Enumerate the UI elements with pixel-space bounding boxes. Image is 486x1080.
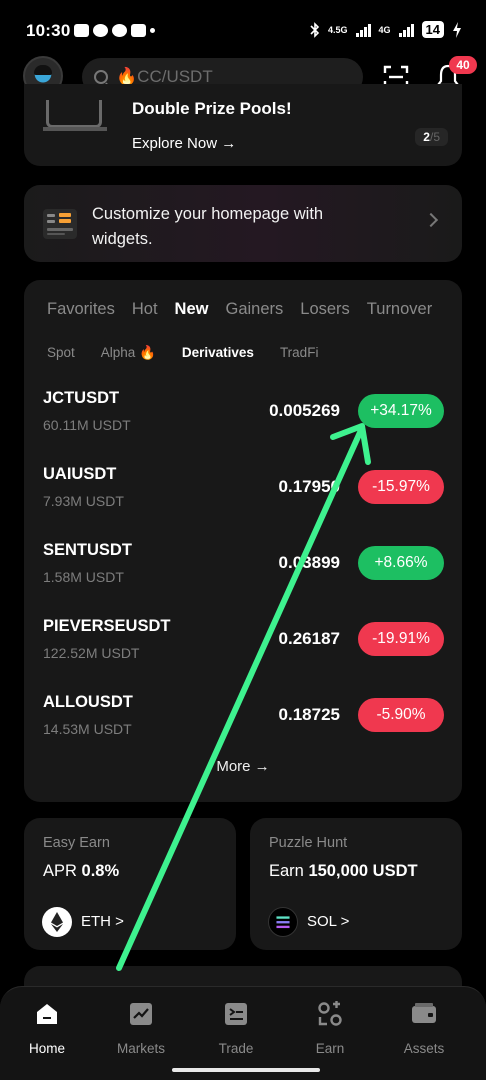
whatsapp-icon	[93, 24, 108, 37]
market-row[interactable]: JCTUSDT 60.11M USDT 0.005269 +34.17%	[24, 381, 462, 457]
signal-1-icon	[355, 23, 371, 37]
easy-earn-card[interactable]: Easy Earn APR 0.8% ETH >	[24, 818, 236, 950]
row-volume: 60.11M USDT	[43, 417, 131, 433]
notification-icons	[74, 24, 155, 37]
puzzle-hunt-coin[interactable]: SOL >	[307, 913, 349, 930]
promo-title: Double Prize Pools!	[132, 99, 292, 118]
nav-earn[interactable]: Earn	[285, 1001, 375, 1056]
widget-text: Customize your homepage with widgets.	[92, 205, 324, 248]
trade-icon	[225, 1003, 247, 1025]
row-price: 0.17950	[278, 477, 340, 496]
row-volume: 1.58M USDT	[43, 569, 124, 585]
promo-banner[interactable]: Double Prize Pools! Explore Now → 2/5	[24, 84, 462, 166]
row-symbol: PIEVERSEUSDT	[43, 617, 171, 635]
tab-losers[interactable]: Losers	[300, 300, 350, 319]
easy-earn-coin[interactable]: ETH >	[81, 913, 124, 930]
system-home-indicator	[172, 1068, 320, 1072]
easy-earn-title: Easy Earn	[43, 835, 110, 851]
bluetooth-icon	[310, 21, 320, 38]
search-icon	[94, 70, 108, 84]
home-icon	[37, 1004, 57, 1024]
row-change-badge[interactable]: -5.90%	[358, 698, 444, 732]
row-change-badge[interactable]: +8.66%	[358, 546, 444, 580]
nav-label-trade: Trade	[218, 1041, 254, 1056]
widget-icon	[43, 209, 77, 239]
row-price: 0.005269	[269, 401, 340, 420]
row-price: 0.18725	[278, 705, 340, 724]
eth-icon	[42, 907, 72, 937]
market-row[interactable]: UAIUSDT 7.93M USDT 0.17950 -15.97%	[24, 457, 462, 533]
notification-badge: 40	[449, 56, 477, 74]
row-volume: 14.53M USDT	[43, 721, 132, 737]
nav-trade[interactable]: Trade	[191, 1001, 281, 1056]
signal-1-label: 4.5G	[328, 24, 348, 35]
market-list: JCTUSDT 60.11M USDT 0.005269 +34.17% UAI…	[24, 381, 462, 761]
row-price: 0.26187	[278, 629, 340, 648]
row-volume: 7.93M USDT	[43, 493, 124, 509]
row-symbol: SENTUSDT	[43, 541, 132, 559]
nav-label-assets: Assets	[403, 1041, 445, 1056]
market-card: Favorites Hot New Gainers Losers Turnove…	[24, 280, 462, 802]
signal-2-icon	[398, 23, 414, 37]
row-symbol: UAIUSDT	[43, 465, 117, 483]
market-tabs: Favorites Hot New Gainers Losers Turnove…	[47, 300, 449, 319]
status-right: 4.5G 4G 14	[310, 21, 462, 38]
puzzle-hunt-title: Puzzle Hunt	[269, 835, 348, 851]
easy-earn-apr: APR 0.8%	[43, 862, 120, 880]
prize-pool-image	[43, 100, 107, 131]
tab-turnover[interactable]: Turnover	[367, 300, 432, 319]
customize-widgets-card[interactable]: Customize your homepage with widgets.	[24, 185, 462, 262]
nav-label-home: Home	[28, 1041, 65, 1056]
row-symbol: ALLOUSDT	[43, 693, 133, 711]
row-price: 0.03899	[278, 553, 340, 572]
chat-icon	[131, 24, 146, 37]
nav-assets[interactable]: Assets	[379, 1001, 469, 1056]
more-notifications-icon	[150, 28, 155, 33]
explore-now-link[interactable]: Explore Now →	[132, 135, 236, 152]
nav-label-markets: Markets	[116, 1041, 165, 1056]
bottom-nav: Home Markets Trade Earn Assets	[0, 986, 486, 1080]
tab-hot[interactable]: Hot	[132, 300, 158, 319]
whatsapp-business-icon	[112, 24, 127, 37]
market-row[interactable]: SENTUSDT 1.58M USDT 0.03899 +8.66%	[24, 533, 462, 609]
subtab-derivatives[interactable]: Derivatives	[182, 345, 254, 361]
sol-icon	[268, 907, 298, 937]
promo-pagination: 2/5	[415, 128, 448, 146]
assets-icon	[412, 1003, 436, 1023]
subtab-tradfi[interactable]: TradFi	[280, 345, 319, 361]
row-change-badge[interactable]: -15.97%	[358, 470, 444, 504]
row-volume: 122.52M USDT	[43, 645, 140, 661]
row-symbol: JCTUSDT	[43, 389, 120, 407]
markets-icon	[130, 1003, 152, 1025]
row-change-badge[interactable]: +34.17%	[358, 394, 444, 428]
market-row[interactable]: PIEVERSEUSDT 122.52M USDT 0.26187 -19.91…	[24, 609, 462, 685]
charging-icon	[453, 21, 461, 38]
nav-home[interactable]: Home	[2, 1001, 92, 1056]
tab-favorites[interactable]: Favorites	[47, 300, 115, 319]
tab-new[interactable]: New	[175, 300, 209, 319]
earn-icon	[318, 1001, 342, 1026]
more-link[interactable]: More →	[24, 758, 462, 775]
signal-2-label: 4G	[378, 24, 391, 35]
game-icon	[74, 24, 89, 37]
status-time: 10:30	[26, 21, 71, 40]
market-subtabs: Spot Alpha 🔥 Derivatives TradFi	[47, 345, 344, 361]
market-row[interactable]: ALLOUSDT 14.53M USDT 0.18725 -5.90%	[24, 685, 462, 761]
puzzle-hunt-earn: Earn 150,000 USDT	[269, 862, 418, 880]
nav-label-earn: Earn	[315, 1041, 345, 1056]
status-bar: 10:30 4.5G 4G 14	[0, 0, 486, 56]
nav-markets[interactable]: Markets	[96, 1001, 186, 1056]
tab-gainers[interactable]: Gainers	[225, 300, 283, 319]
puzzle-hunt-card[interactable]: Puzzle Hunt Earn 150,000 USDT SOL >	[250, 818, 462, 950]
row-change-badge[interactable]: -19.91%	[358, 622, 444, 656]
battery-indicator: 14	[421, 21, 444, 38]
subtab-spot[interactable]: Spot	[47, 345, 75, 361]
chevron-right-icon	[423, 212, 439, 228]
subtab-alpha[interactable]: Alpha 🔥	[101, 345, 156, 361]
